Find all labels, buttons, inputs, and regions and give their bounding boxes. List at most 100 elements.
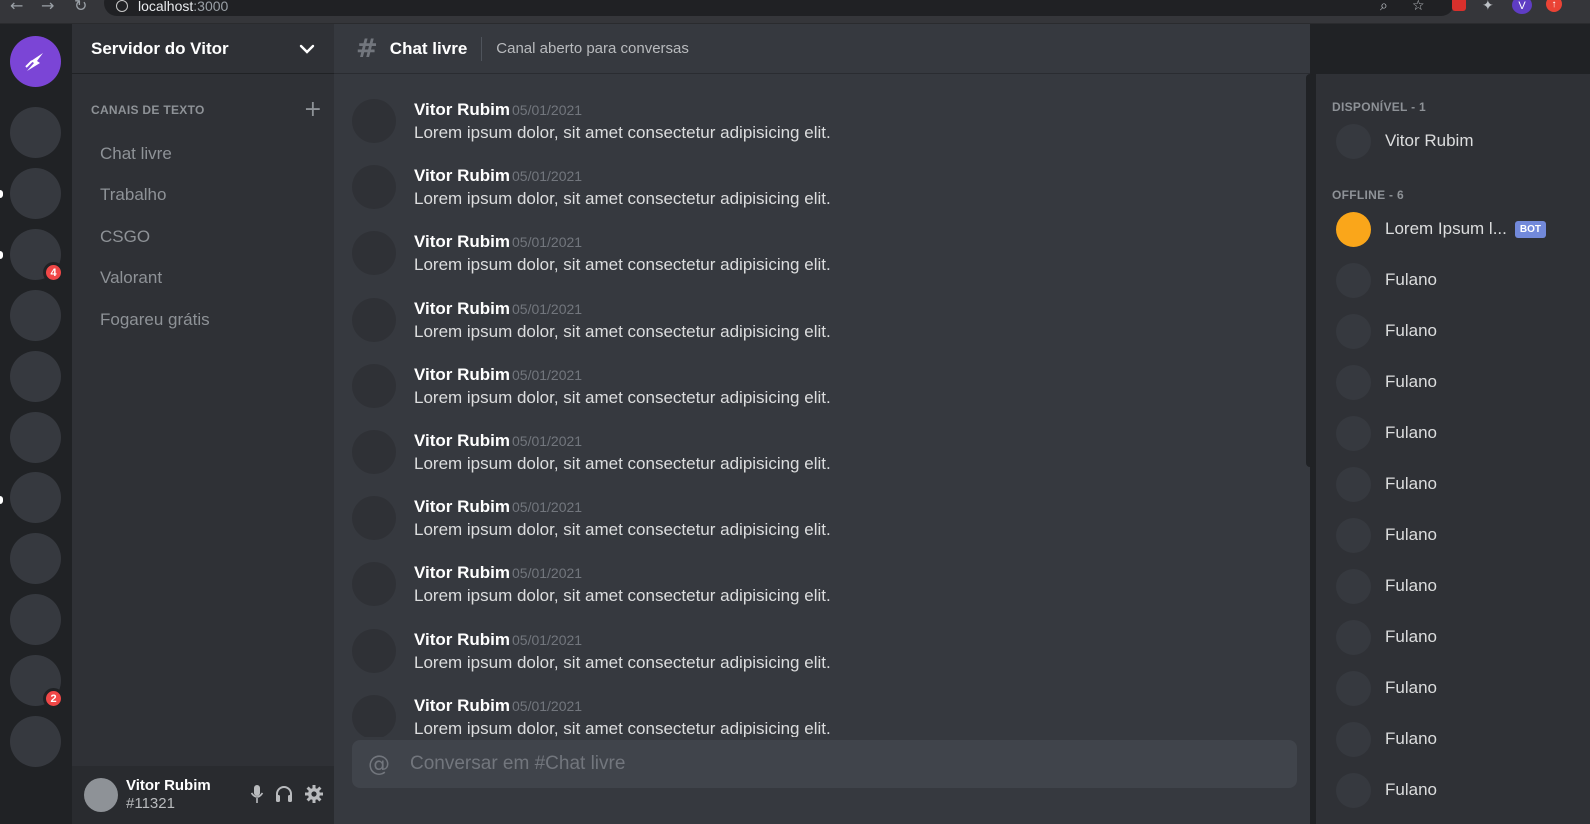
member-item[interactable]: Fulano (1336, 262, 1586, 298)
avatar (1336, 211, 1371, 247)
member-item[interactable]: Fulano (1336, 466, 1586, 502)
message-timestamp: 05/01/2021 (512, 433, 583, 449)
bookmark-star-icon[interactable]: ☆ (1412, 0, 1425, 13)
member-name: Fulano (1385, 780, 1437, 799)
server-icon[interactable] (10, 594, 61, 645)
avatar (1336, 517, 1371, 553)
message-text: Lorem ipsum dolor, sit amet consectetur … (414, 387, 831, 407)
member-item[interactable]: Fulano (1336, 313, 1586, 349)
avatar[interactable] (352, 297, 396, 342)
member-name: Fulano (1385, 627, 1437, 646)
avatar[interactable] (352, 694, 396, 737)
channel-item[interactable]: Chat livre (72, 133, 334, 175)
message-author[interactable]: Vitor Rubim (414, 696, 510, 716)
at-sign-icon[interactable]: @ (368, 752, 390, 777)
server-icon[interactable] (10, 716, 61, 767)
avatar[interactable] (352, 562, 396, 607)
message-timestamp: 05/01/2021 (512, 697, 583, 714)
server-header[interactable]: Servidor do Vitor (72, 24, 334, 74)
avatar[interactable] (352, 99, 396, 143)
server-name: Servidor do Vitor (91, 38, 229, 58)
avatar[interactable] (352, 628, 396, 673)
avatar (1336, 415, 1371, 451)
avatar[interactable] (352, 363, 396, 408)
member-item[interactable]: Fulano (1336, 364, 1586, 400)
server-icon[interactable]: 4 (10, 229, 64, 283)
server-icon[interactable]: 2 (10, 655, 64, 709)
message-item: Vitor Rubim 05/01/2021 Lorem ipsum dolor, … (334, 274, 1294, 342)
back-arrow-icon[interactable]: ← (10, 0, 23, 14)
avatar[interactable] (352, 231, 396, 276)
channel-description: Canal aberto para conversas (496, 40, 689, 57)
message-author[interactable]: Vitor Rubim (414, 630, 510, 650)
category-header[interactable]: CANAIS DE TEXTO + (72, 99, 334, 121)
app-logo-icon (24, 52, 43, 71)
avatar (1336, 123, 1371, 159)
channel-item[interactable]: Trabalho (72, 175, 334, 217)
member-item[interactable]: Fulano (1336, 772, 1586, 808)
user-name: Vitor Rubim (126, 777, 211, 794)
home-server-icon[interactable] (10, 36, 61, 87)
server-icon[interactable] (10, 412, 61, 463)
user-tag: #11321 (126, 795, 175, 812)
member-item[interactable]: Fulano (1336, 619, 1586, 655)
member-item[interactable]: Vitor Rubim (1336, 123, 1586, 159)
profile-avatar[interactable]: V (1512, 0, 1532, 14)
forward-arrow-icon[interactable]: → (41, 0, 54, 14)
member-item[interactable]: Fulano (1336, 517, 1586, 553)
member-item[interactable]: Fulano (1336, 670, 1586, 706)
update-icon[interactable]: ↑ (1546, 0, 1562, 12)
avatar[interactable] (352, 496, 396, 541)
message-list[interactable]: Vitor Rubim 05/01/2021 Lorem ipsum dolor, … (334, 75, 1310, 737)
message-timestamp: 05/01/2021 (512, 499, 583, 516)
channel-item[interactable]: CSGO (72, 216, 334, 258)
message-text: Lorem ipsum dolor, sit amet consectetur … (414, 123, 831, 142)
message-author[interactable]: Vitor Rubim (414, 166, 510, 186)
member-name: Fulano (1385, 576, 1437, 595)
member-item[interactable]: Fulano (1336, 415, 1586, 451)
address-bar[interactable]: localhost:3000 (104, 0, 1454, 16)
server-icon[interactable] (10, 168, 61, 219)
server-icon[interactable] (10, 351, 61, 402)
member-item[interactable]: Lorem Ipsum l... BOT (1336, 211, 1586, 247)
message-author[interactable]: Vitor Rubim (414, 100, 510, 120)
member-item[interactable]: Fulano (1336, 721, 1586, 757)
unread-indicator (0, 190, 3, 198)
extension-icon[interactable] (1452, 0, 1466, 11)
avatar[interactable] (84, 778, 118, 812)
reload-icon[interactable]: ↻ (74, 0, 87, 14)
server-icon[interactable] (10, 533, 61, 584)
member-item[interactable]: Fulano (1336, 568, 1586, 604)
message-author[interactable]: Vitor Rubim (414, 232, 510, 252)
gear-icon[interactable] (304, 784, 324, 804)
headphones-icon[interactable] (274, 784, 294, 804)
info-icon[interactable] (116, 0, 128, 12)
extensions-puzzle-icon[interactable]: ✦ (1482, 0, 1494, 13)
message-author[interactable]: Vitor Rubim (414, 365, 510, 385)
server-icon[interactable] (10, 290, 61, 341)
chevron-down-icon[interactable] (298, 40, 316, 58)
message-item: Vitor Rubim 05/01/2021 Lorem ipsum dolor, … (334, 406, 1294, 474)
server-icon[interactable] (10, 107, 61, 158)
message-timestamp: 05/01/2021 (512, 631, 583, 648)
message-author[interactable]: Vitor Rubim (414, 431, 510, 451)
scrollbar[interactable] (1306, 74, 1314, 467)
server-icon[interactable] (10, 472, 61, 523)
channel-item[interactable]: Valorant (72, 258, 334, 300)
message-author[interactable]: Vitor Rubim (414, 497, 510, 517)
avatar[interactable] (352, 430, 396, 474)
hashtag-icon: # (356, 33, 378, 64)
message-author[interactable]: Vitor Rubim (414, 563, 510, 583)
channel-item[interactable]: Fogareu grátis (72, 299, 334, 341)
message-item: Vitor Rubim 05/01/2021 Lorem ipsum dolor, … (334, 538, 1294, 607)
message-author[interactable]: Vitor Rubim (414, 299, 510, 319)
avatar (1336, 364, 1371, 400)
avatar (1336, 466, 1371, 502)
zoom-icon[interactable]: ⌕ (1380, 0, 1388, 13)
message-item: Vitor Rubim 05/01/2021 Lorem ipsum dolor, … (334, 141, 1294, 210)
message-item: Vitor Rubim 05/01/2021 Lorem ipsum dolor, … (334, 472, 1294, 541)
message-input[interactable]: @ Conversar em #Chat livre (352, 740, 1297, 788)
add-channel-icon[interactable]: + (304, 99, 322, 121)
microphone-icon[interactable] (250, 784, 264, 804)
avatar[interactable] (352, 165, 396, 210)
